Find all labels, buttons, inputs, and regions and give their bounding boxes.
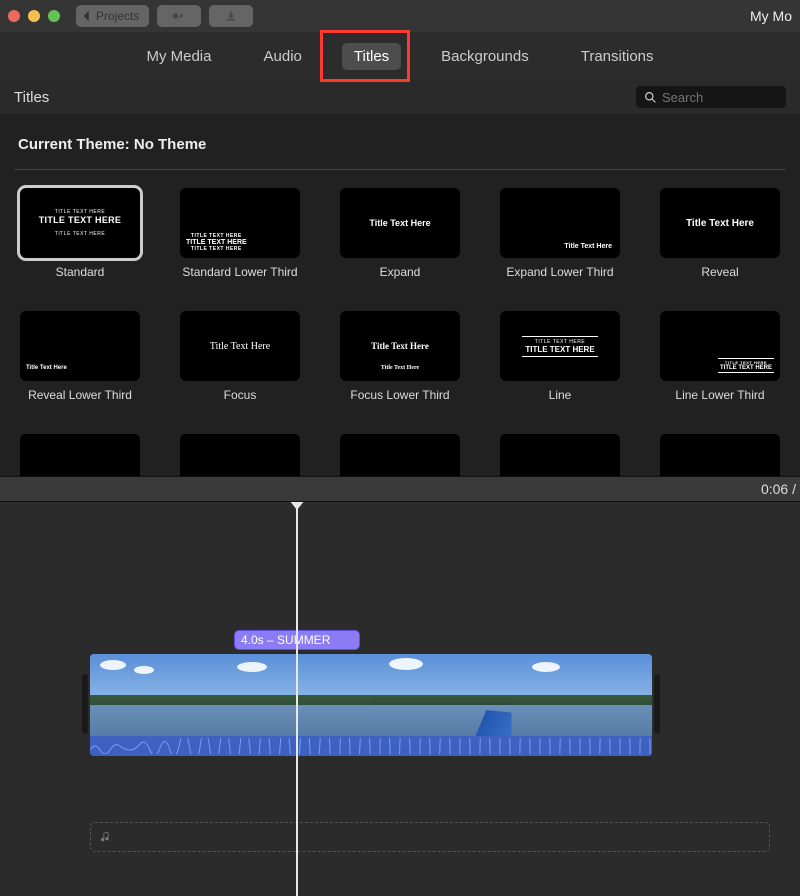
- title-thumb: [500, 434, 620, 476]
- track-handle-left[interactable]: [82, 674, 88, 734]
- thumb-subtext: Title Text Here: [340, 365, 460, 371]
- title-tile-standard[interactable]: TITLE TEXT HERE TITLE TEXT HERE TITLE TE…: [14, 188, 146, 293]
- title-tile-line[interactable]: TITLE TEXT HERE TITLE TEXT HERE Line: [494, 311, 626, 416]
- tile-label: Line: [549, 388, 572, 416]
- tile-label: Expand Lower Third: [506, 265, 613, 293]
- thumb-maintext: Title Text Here: [210, 341, 270, 352]
- chevron-left-icon: [80, 9, 94, 23]
- filmstrip-music-icon: [173, 10, 185, 22]
- video-clip[interactable]: [90, 654, 652, 756]
- title-thumb: [20, 434, 140, 476]
- browser-header: Titles: [0, 80, 800, 114]
- current-theme-row: Current Theme: No Theme: [14, 114, 786, 170]
- titles-grid: TITLE TEXT HERE TITLE TEXT HERE TITLE TE…: [14, 170, 786, 476]
- media-browser-tabs: My Media Audio Titles Backgrounds Transi…: [0, 32, 800, 80]
- close-window-button[interactable]: [8, 10, 20, 22]
- minimize-window-button[interactable]: [28, 10, 40, 22]
- title-thumb: Title Text Here: [500, 188, 620, 258]
- projects-label: Projects: [96, 9, 139, 23]
- tile-label: Reveal: [701, 265, 738, 293]
- title-thumb: Title Text Here: [20, 311, 140, 381]
- thumb-maintext: TITLE TEXT HERE: [720, 365, 772, 371]
- title-thumb: [340, 434, 460, 476]
- thumb-subtext2: TITLE TEXT HERE: [186, 246, 247, 252]
- thumb-subtext: TITLE TEXT HERE: [525, 339, 594, 345]
- title-thumb: Title Text Here: [660, 188, 780, 258]
- tab-backgrounds[interactable]: Backgrounds: [429, 43, 541, 70]
- title-tile-standard-lower-third[interactable]: TITLE TEXT HERE TITLE TEXT HERE TITLE TE…: [174, 188, 306, 293]
- audio-waveform: [90, 736, 652, 756]
- thumb-maintext: TITLE TEXT HERE: [525, 345, 594, 354]
- title-tile-expand[interactable]: Title Text Here Expand: [334, 188, 466, 293]
- title-tile-partial[interactable]: [654, 434, 786, 476]
- window-controls: [8, 10, 60, 22]
- search-input[interactable]: [662, 90, 778, 105]
- title-tile-partial[interactable]: [14, 434, 146, 476]
- title-tile-partial[interactable]: [334, 434, 466, 476]
- thumb-subtext2: TITLE TEXT HERE: [55, 231, 105, 237]
- title-thumb: Title Text Here: [180, 311, 300, 381]
- track-handle-right[interactable]: [654, 674, 660, 734]
- tab-transitions[interactable]: Transitions: [569, 43, 666, 70]
- timecode-value: 0:06 /: [761, 481, 796, 497]
- title-thumb: Title Text Here: [340, 188, 460, 258]
- tab-audio[interactable]: Audio: [252, 43, 314, 70]
- toolbar-buttons: Projects: [76, 5, 253, 27]
- tile-label: Focus: [224, 388, 257, 416]
- title-tile-focus-lower-third[interactable]: Title Text Here Title Text Here Focus Lo…: [334, 311, 466, 416]
- title-tile-focus[interactable]: Title Text Here Focus: [174, 311, 306, 416]
- media-view-button[interactable]: [157, 5, 201, 27]
- projects-back-button[interactable]: Projects: [76, 5, 149, 27]
- title-clip-label: 4.0s – SUMMER: [241, 633, 330, 647]
- thumb-maintext: Title Text Here: [26, 365, 67, 371]
- tile-label: Focus Lower Third: [350, 388, 449, 416]
- timecode-bar: 0:06 /: [0, 476, 800, 502]
- title-tile-line-lower-third[interactable]: TITLE TEXT HERE TITLE TEXT HERE Line Low…: [654, 311, 786, 416]
- tile-label: Standard: [56, 265, 105, 293]
- search-field[interactable]: [636, 86, 786, 108]
- theme-prefix: Current Theme:: [18, 136, 134, 153]
- thumb-maintext: Title Text Here: [686, 218, 754, 229]
- title-thumb: [180, 434, 300, 476]
- music-note-icon: [99, 830, 113, 844]
- title-tile-reveal-lower-third[interactable]: Title Text Here Reveal Lower Third: [14, 311, 146, 416]
- title-thumb: TITLE TEXT HERE TITLE TEXT HERE: [500, 311, 620, 381]
- search-icon: [644, 91, 657, 104]
- title-thumb: TITLE TEXT HERE TITLE TEXT HERE: [660, 311, 780, 381]
- thumb-maintext: Title Text Here: [564, 243, 612, 250]
- titles-browser: Current Theme: No Theme TITLE TEXT HERE …: [0, 114, 800, 476]
- audio-drop-track[interactable]: [90, 822, 770, 852]
- tab-titles[interactable]: Titles: [342, 43, 401, 70]
- title-thumb: TITLE TEXT HERE TITLE TEXT HERE TITLE TE…: [20, 188, 140, 258]
- thumb-maintext: TITLE TEXT HERE: [186, 239, 247, 246]
- thumb-maintext: TITLE TEXT HERE: [39, 215, 122, 225]
- title-thumb: Title Text Here Title Text Here: [340, 311, 460, 381]
- title-thumb: [660, 434, 780, 476]
- title-tile-reveal[interactable]: Title Text Here Reveal: [654, 188, 786, 293]
- title-tile-partial[interactable]: [494, 434, 626, 476]
- playhead[interactable]: [296, 508, 298, 896]
- title-tile-partial[interactable]: [174, 434, 306, 476]
- tile-label: Standard Lower Third: [182, 265, 297, 293]
- project-title: My Mo: [750, 8, 792, 24]
- tab-my-media[interactable]: My Media: [134, 43, 223, 70]
- browser-title: Titles: [14, 89, 49, 106]
- timeline[interactable]: 4.0s – SUMMER: [0, 502, 800, 896]
- tile-label: Line Lower Third: [675, 388, 764, 416]
- title-tile-expand-lower-third[interactable]: Title Text Here Expand Lower Third: [494, 188, 626, 293]
- fullscreen-window-button[interactable]: [48, 10, 60, 22]
- import-button[interactable]: [209, 5, 253, 27]
- tile-label: Expand: [380, 265, 421, 293]
- top-toolbar: Projects My Mo: [0, 0, 800, 32]
- title-thumb: TITLE TEXT HERE TITLE TEXT HERE TITLE TE…: [180, 188, 300, 258]
- theme-name: No Theme: [134, 136, 207, 153]
- tile-label: Reveal Lower Third: [28, 388, 132, 416]
- thumb-maintext: Title Text Here: [369, 218, 430, 228]
- thumb-maintext: Title Text Here: [371, 341, 429, 351]
- download-arrow-icon: [225, 10, 237, 22]
